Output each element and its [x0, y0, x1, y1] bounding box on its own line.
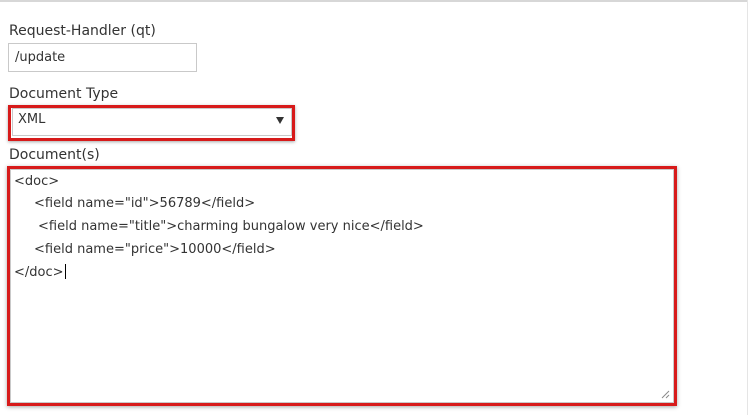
chevron-down-icon: [276, 117, 284, 124]
documents-label: Document(s): [9, 147, 100, 163]
code-line: <field name="id">56789</field>: [34, 196, 256, 211]
documents-textarea[interactable]: <doc> <field name="id">56789</field> <fi…: [10, 169, 674, 403]
code-line: <field name="price">10000</field>: [34, 242, 276, 257]
request-handler-input[interactable]: [8, 43, 197, 72]
top-divider: [0, 0, 748, 2]
code-line-last: </doc>: [14, 264, 66, 282]
document-type-label: Document Type: [9, 86, 119, 102]
resize-grip-icon[interactable]: [661, 390, 670, 399]
request-handler-label: Request-Handler (qt): [9, 23, 156, 39]
text-caret: [64, 264, 66, 279]
document-type-select[interactable]: XML: [12, 108, 292, 136]
code-line: <doc>: [14, 174, 60, 189]
code-line-text: </doc>: [14, 265, 64, 280]
document-type-value: XML: [18, 112, 46, 127]
code-line: <field name="title">charming bungalow ve…: [38, 219, 424, 234]
